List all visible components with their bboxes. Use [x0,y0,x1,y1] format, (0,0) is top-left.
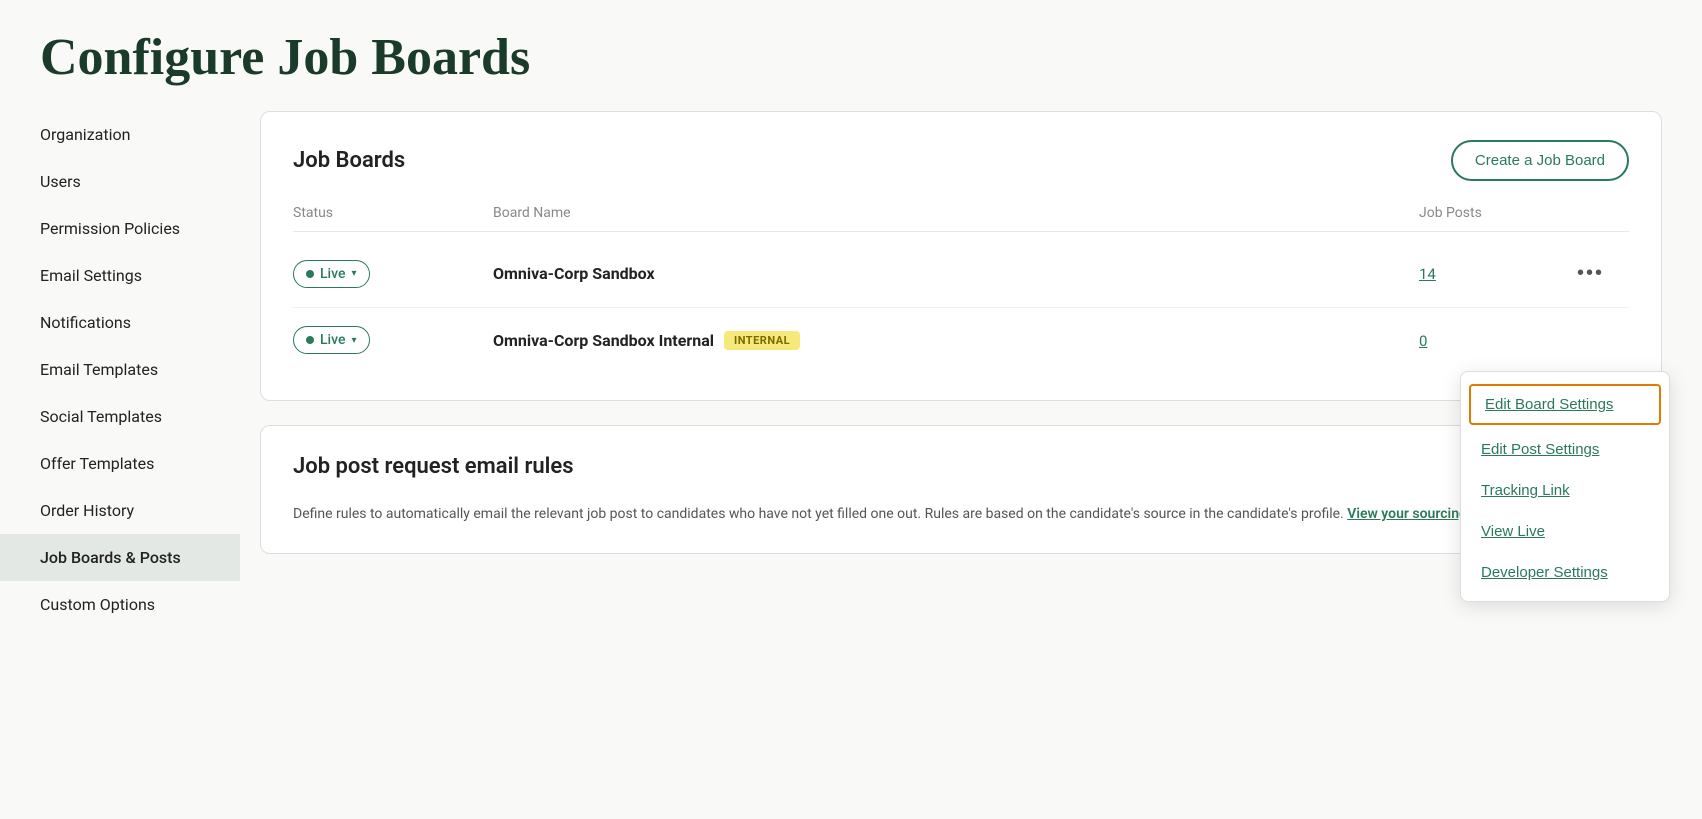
status-badge-2[interactable]: Live ▾ [293,326,370,354]
sidebar-item-organization[interactable]: Organization [0,111,240,158]
internal-badge: INTERNAL [724,331,800,350]
chevron-down-icon-2: ▾ [351,335,356,346]
dropdown-item-developer-settings[interactable]: Developer Settings [1461,552,1669,593]
job-posts-count-2[interactable]: 0 [1419,332,1427,350]
table-row-2: Live ▾ Omniva-Corp Sandbox Internal INTE… [293,308,1629,372]
col-actions [1569,205,1629,221]
email-rules-card-title: Job post request email rules [293,454,574,479]
create-job-board-button[interactable]: Create a Job Board [1451,140,1629,181]
sidebar-item-notifications[interactable]: Notifications [0,299,240,346]
job-boards-card-title: Job Boards [293,148,405,173]
status-dot-2 [306,336,314,344]
col-status: Status [293,205,493,221]
status-cell-2: Live ▾ [293,326,493,354]
table-row: Live ▾ Omniva-Corp Sandbox 14 ••• [293,240,1629,308]
board-name-2: Omniva-Corp Sandbox Internal INTERNAL [493,331,1419,350]
job-posts-cell-1: 14 [1419,264,1569,283]
sidebar-item-offer-templates[interactable]: Offer Templates [0,440,240,487]
board-name-1: Omniva-Corp Sandbox [493,264,1419,283]
main-content: Job Boards Create a Job Board Status Boa… [240,111,1702,819]
chevron-down-icon-1: ▾ [351,268,356,279]
dropdown-menu: Edit Board Settings Edit Post Settings T… [1460,371,1670,602]
status-label-1: Live [320,266,345,282]
email-rules-card-header: Job post request email rules [293,454,1629,479]
sidebar-item-custom-options[interactable]: Custom Options [0,581,240,628]
actions-cell-1: ••• [1569,258,1629,289]
table-header: Status Board Name Job Posts [293,205,1629,232]
job-posts-count-1[interactable]: 14 [1419,265,1436,283]
status-dot-1 [306,270,314,278]
dropdown-item-tracking-link[interactable]: Tracking Link [1461,470,1669,511]
sidebar-item-social-templates[interactable]: Social Templates [0,393,240,440]
dropdown-item-edit-board-settings[interactable]: Edit Board Settings [1469,384,1661,425]
status-badge-1[interactable]: Live ▾ [293,260,370,288]
sidebar-item-permission-policies[interactable]: Permission Policies [0,205,240,252]
dropdown-item-view-live[interactable]: View Live [1461,511,1669,552]
sidebar-item-order-history[interactable]: Order History [0,487,240,534]
col-job-posts: Job Posts [1419,205,1569,221]
status-cell-1: Live ▾ [293,260,493,288]
dropdown-item-edit-post-settings[interactable]: Edit Post Settings [1461,429,1669,470]
job-posts-cell-2: 0 [1419,331,1569,350]
job-boards-card-header: Job Boards Create a Job Board [293,140,1629,181]
more-options-button-1[interactable]: ••• [1569,258,1612,289]
email-rules-card-body: Define rules to automatically email the … [293,503,1629,525]
email-rules-card: Job post request email rules Define rule… [260,425,1662,554]
page-wrapper: Configure Job Boards Organization Users … [0,0,1702,819]
col-board-name: Board Name [493,205,1419,221]
status-label-2: Live [320,332,345,348]
page-title: Configure Job Boards [0,0,1702,111]
sidebar-item-users[interactable]: Users [0,158,240,205]
sidebar-item-job-boards-posts[interactable]: Job Boards & Posts [0,534,240,581]
email-rules-body-text: Define rules to automatically email the … [293,506,1344,522]
job-boards-card: Job Boards Create a Job Board Status Boa… [260,111,1662,401]
sidebar-item-email-settings[interactable]: Email Settings [0,252,240,299]
sidebar: Organization Users Permission Policies E… [0,111,240,819]
sidebar-item-email-templates[interactable]: Email Templates [0,346,240,393]
content-area: Organization Users Permission Policies E… [0,111,1702,819]
